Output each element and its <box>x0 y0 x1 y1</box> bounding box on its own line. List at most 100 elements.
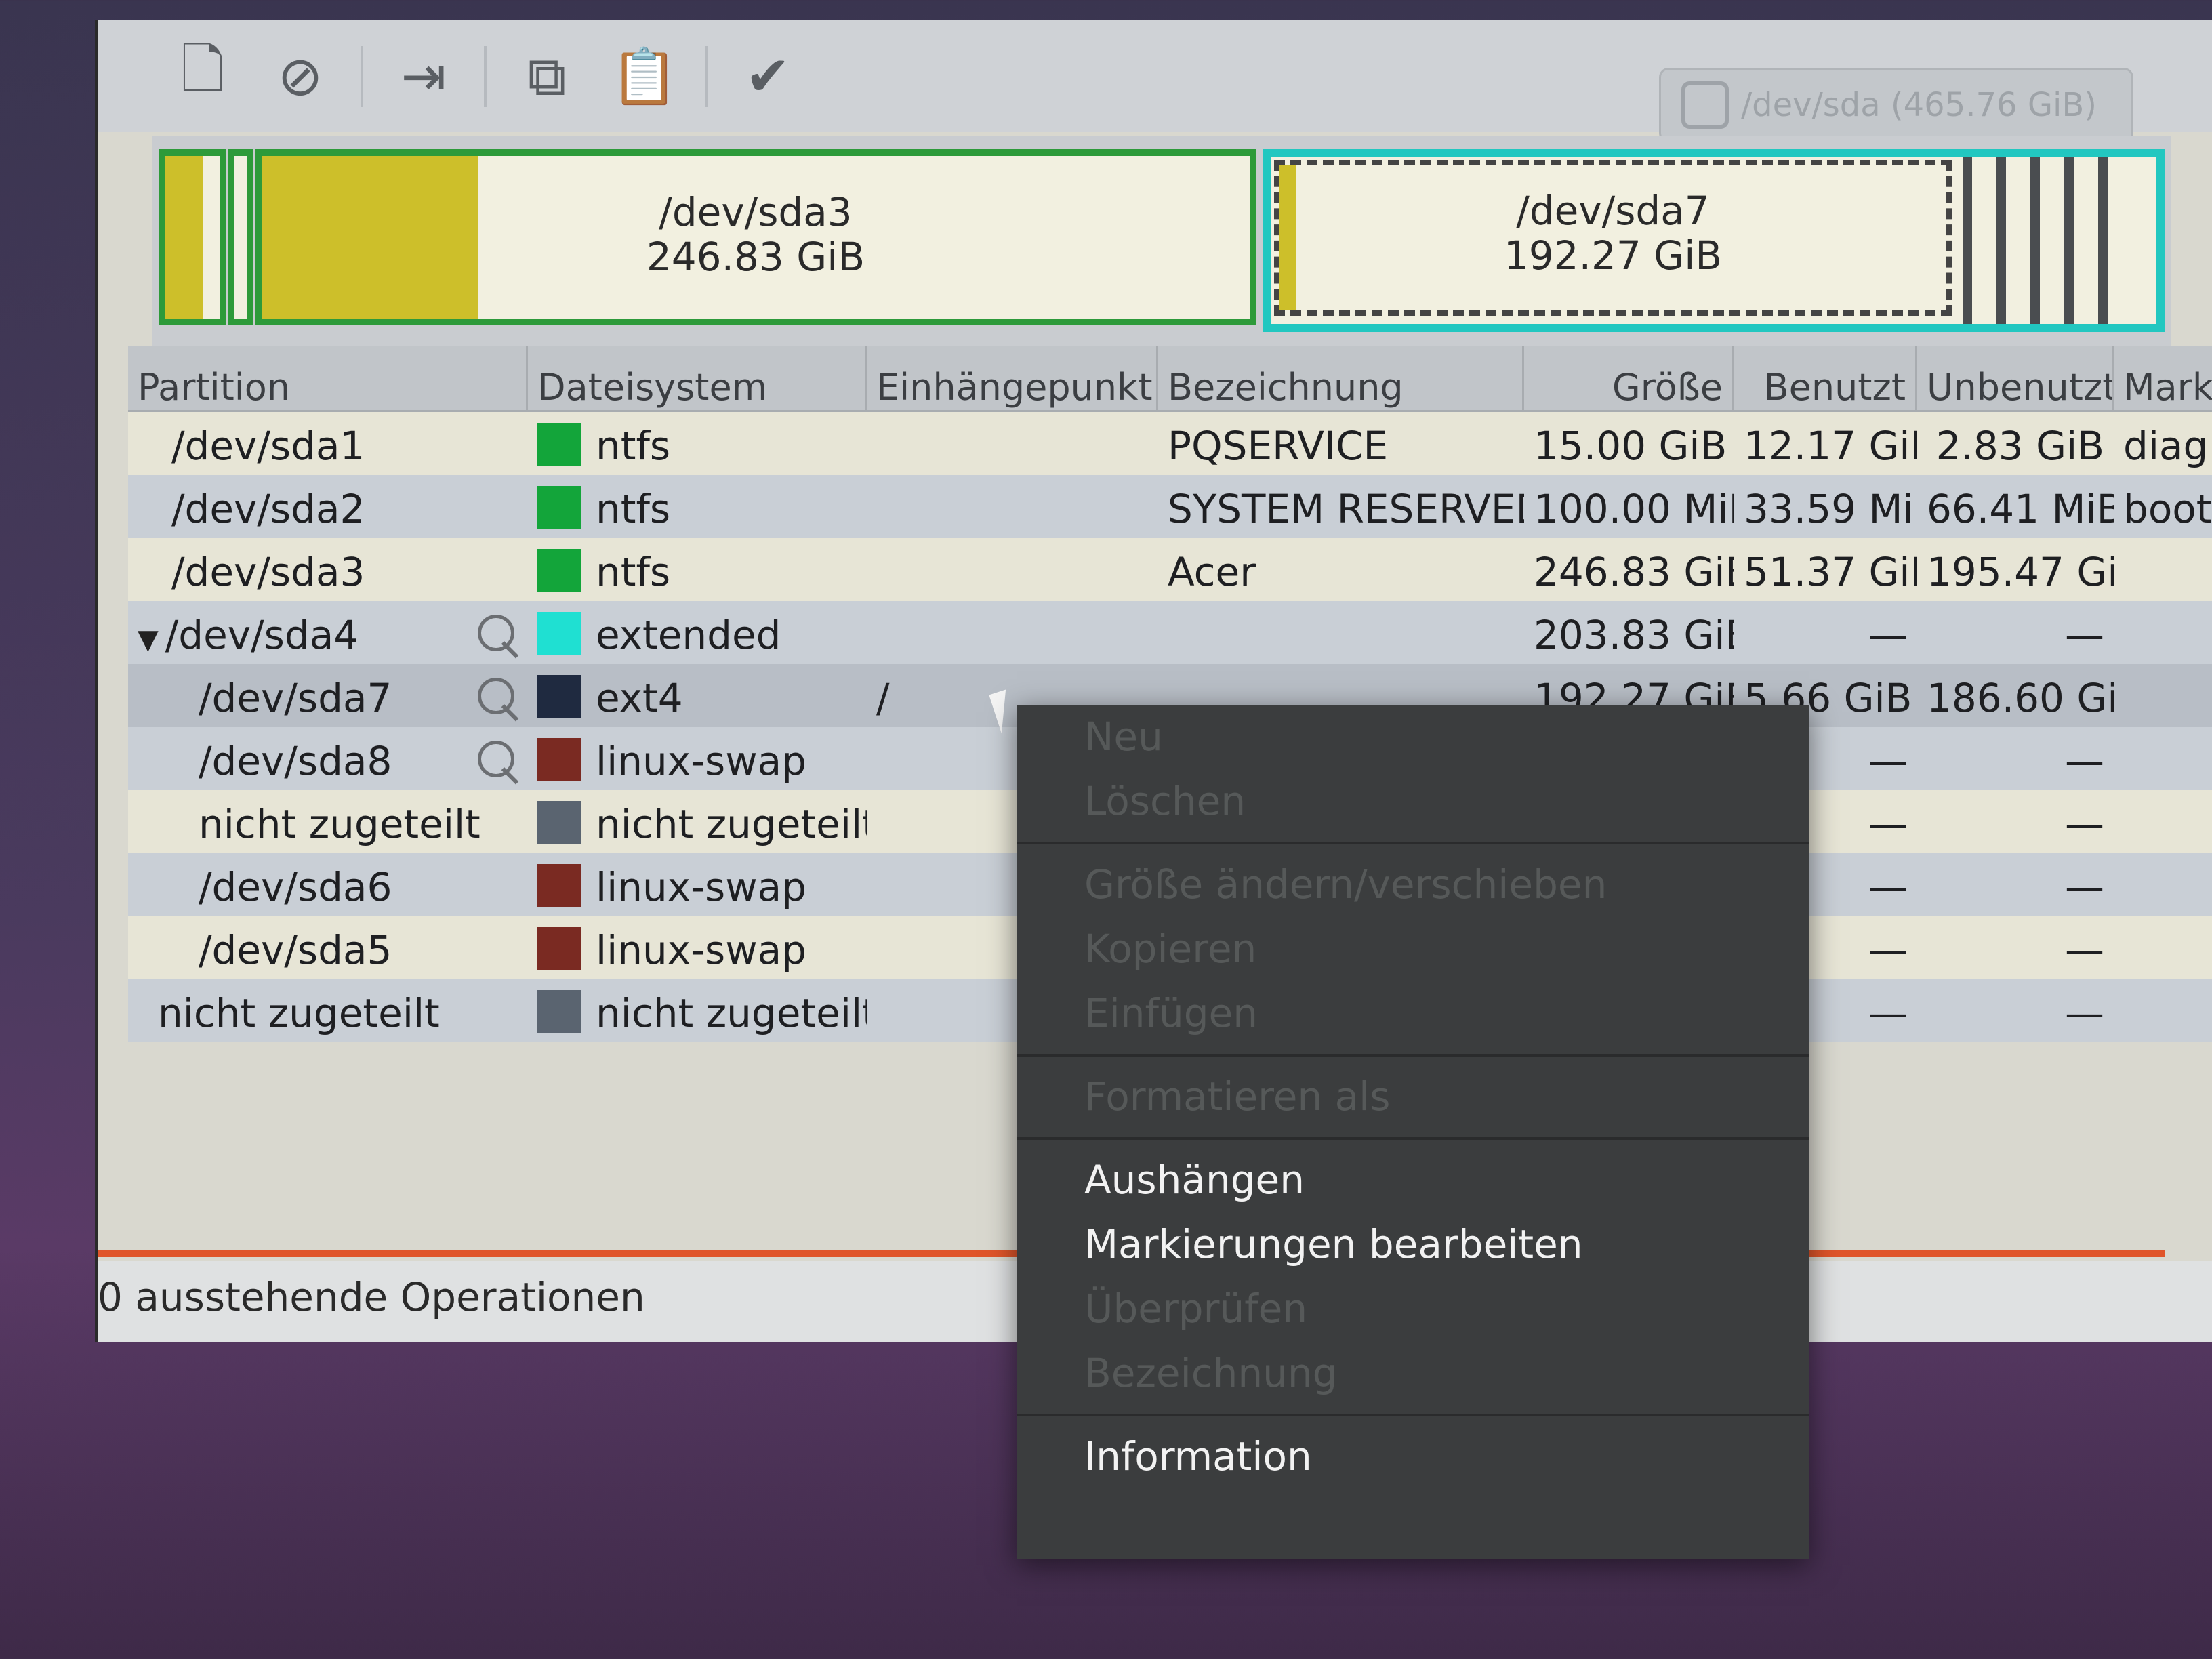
column-header[interactable]: Dateisystem <box>528 346 867 410</box>
label-cell: Acer <box>1168 549 1256 595</box>
menu-item: Formatieren als <box>1084 1073 1391 1120</box>
filesystem-cell: ntfs <box>528 412 867 475</box>
paste-button[interactable]: 📋 <box>607 39 682 114</box>
column-header[interactable]: Unbenutzt <box>1917 346 2114 410</box>
flags-cell: diag <box>2123 423 2209 469</box>
column-header[interactable]: Markierungen <box>2114 346 2212 410</box>
filesystem-cell: linux-swap <box>528 916 867 979</box>
partition-name: /dev/sda3 <box>171 549 365 595</box>
menu-item[interactable]: Markierungen bearbeiten <box>1017 1212 1809 1277</box>
flags-cell <box>2114 664 2212 727</box>
partition-cell: /dev/sda3 <box>128 538 528 601</box>
toolbar-separator <box>705 45 708 107</box>
partition-cell: nicht zugeteilt <box>128 790 528 853</box>
flags-cell <box>2114 979 2212 1042</box>
filesystem-cell: ntfs <box>528 475 867 538</box>
unused-cell: — <box>2065 864 2104 910</box>
mount-cell <box>867 475 1158 538</box>
filesystem-color-swatch <box>537 801 581 844</box>
used-cell: — <box>1868 612 1908 658</box>
partition-block-sda3[interactable]: /dev/sda3 246.83 GiB <box>255 149 1256 325</box>
key-icon <box>478 741 514 777</box>
unused-cell: — <box>2065 927 2104 973</box>
table-row[interactable]: /dev/sda3 ntfs Acer 246.83 GiB51.37 GiB195.… <box>128 538 2212 601</box>
partition-cell: /dev/sda6 <box>128 853 528 916</box>
cancel-icon: ⊘ <box>277 45 323 108</box>
partition-name: /dev/sda5 <box>199 927 392 973</box>
filesystem-color-swatch <box>537 486 581 529</box>
partition-name: /dev/sda8 <box>199 738 392 784</box>
column-header[interactable]: Einhängepunkt <box>867 346 1158 410</box>
partition-name: /dev/sda4 <box>165 612 359 658</box>
unused-cell: — <box>2065 801 2104 847</box>
partition-cell: /dev/sda8 <box>128 727 528 790</box>
partition-block-sda7[interactable]: /dev/sda7 192.27 GiB <box>1274 160 1952 316</box>
partition-cell: /dev/sda7 <box>128 664 528 727</box>
partition-name: /dev/sda2 <box>171 486 365 532</box>
toolbar-separator <box>484 45 487 107</box>
mount-cell <box>867 601 1158 664</box>
filesystem-name: linux-swap <box>596 738 807 784</box>
unused-cell: — <box>2065 612 2104 658</box>
unused-cell: — <box>2065 990 2104 1036</box>
unused-cell: 195.47 GiB <box>1927 549 2114 595</box>
new-partition-button[interactable]: 🗋 <box>165 38 240 114</box>
separator-line <box>98 1250 1046 1257</box>
menu-item[interactable]: Information <box>1017 1425 1809 1489</box>
column-header[interactable]: Benutzt <box>1734 346 1917 410</box>
filesystem-name: ntfs <box>596 423 671 469</box>
partition-cell: /dev/sda5 <box>128 916 528 979</box>
unused-cell: 186.60 GiB <box>1927 675 2114 721</box>
flags-cell: boot <box>2123 486 2212 532</box>
size-cell: 246.83 GiB <box>1534 549 1734 595</box>
menu-separator <box>1017 1137 1809 1140</box>
filesystem-color-swatch <box>537 864 581 907</box>
table-row[interactable]: /dev/sda2 ntfs SYSTEM RESERVED 100.00 MiB 33… <box>128 475 2212 538</box>
filesystem-color-swatch <box>537 612 581 655</box>
copy-icon: ⧉ <box>527 44 567 108</box>
copy-button[interactable]: ⧉ <box>510 39 584 114</box>
partition-cell: nicht zugeteilt <box>128 979 528 1042</box>
filesystem-cell: extended <box>528 601 867 664</box>
label-cell: SYSTEM RESERVED <box>1168 486 1524 532</box>
size-cell: 15.00 GiB <box>1534 423 1727 469</box>
table-row[interactable]: ▼/dev/sda4 extended 203.83 GiB — — <box>128 601 2212 664</box>
toolbar: 🗋 ⊘ ⇥ ⧉ 📋 ✔ /dev/sda (465.76 GiB) <box>98 20 2212 142</box>
flags-cell <box>2114 853 2212 916</box>
filesystem-cell: nicht zugeteilt <box>528 979 867 1042</box>
mount-cell <box>867 412 1158 475</box>
partition-name: /dev/sda7 <box>199 675 392 721</box>
expander-icon[interactable]: ▼ <box>138 624 159 655</box>
partition-block-sda1[interactable] <box>159 149 226 325</box>
partition-name: nicht zugeteilt <box>199 801 480 847</box>
label-cell: PQSERVICE <box>1168 423 1389 469</box>
toolbar-separator <box>361 45 363 107</box>
column-header[interactable]: Bezeichnung <box>1158 346 1524 410</box>
filesystem-cell: nicht zugeteilt <box>528 790 867 853</box>
column-header[interactable]: Größe <box>1524 346 1734 410</box>
partition-cell: /dev/sda1 <box>128 412 528 475</box>
unused-cell: 66.41 MiB <box>1927 486 2114 532</box>
disk-icon <box>1681 81 1729 129</box>
context-menu: Neu Löschen Größe ändern/verschieben Kopier… <box>1017 705 1809 1559</box>
key-icon <box>478 678 514 714</box>
menu-item: Überprüfen <box>1084 1286 1308 1332</box>
resize-button[interactable]: ⇥ <box>386 39 461 114</box>
filesystem-color-swatch <box>537 927 581 970</box>
table-row[interactable]: /dev/sda1 ntfs PQSERVICE 15.00 GiB 12.17 GiB… <box>128 412 2212 475</box>
filesystem-color-swatch <box>537 423 581 466</box>
partition-block-size: 246.83 GiB <box>646 234 865 280</box>
key-icon <box>478 615 514 651</box>
partition-block-sda4[interactable]: /dev/sda7 192.27 GiB <box>1263 149 2165 332</box>
partition-block-sda2[interactable] <box>228 149 253 325</box>
column-header[interactable]: Partition <box>128 346 528 410</box>
apply-button[interactable]: ✔ <box>731 39 805 114</box>
filesystem-name: ntfs <box>596 486 671 532</box>
separator-line <box>1758 1250 2165 1257</box>
device-selector[interactable]: /dev/sda (465.76 GiB) <box>1659 68 2133 142</box>
filesystem-name: nicht zugeteilt <box>596 801 867 847</box>
delete-button[interactable]: ⊘ <box>263 39 337 114</box>
menu-item[interactable]: Aushängen <box>1017 1148 1809 1212</box>
table-header: Partition Dateisystem Einhängepunkt Beze… <box>128 346 2212 412</box>
filesystem-color-swatch <box>537 549 581 592</box>
